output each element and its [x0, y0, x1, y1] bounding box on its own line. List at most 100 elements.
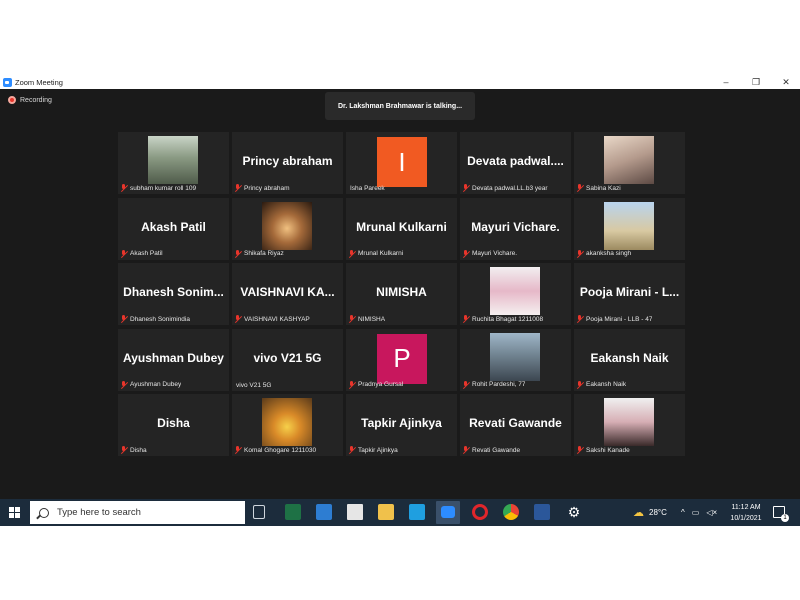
participant-video	[262, 201, 312, 250]
participant-tile[interactable]: subham kumar roll 109	[118, 132, 229, 194]
participant-name-label: Ruchita Bhagat 1211008	[462, 315, 543, 323]
recording-label: Recording	[20, 96, 52, 104]
participant-name-label: Pradnya Gursal	[348, 380, 403, 389]
participant-video	[262, 398, 312, 446]
muted-mic-icon	[576, 315, 584, 323]
chevron-up-icon[interactable]: ^	[681, 508, 685, 517]
participant-tile[interactable]: VAISHNAVI KA... VAISHNAVI KASHYAP	[232, 263, 343, 325]
excel-icon[interactable]	[285, 504, 301, 520]
participant-tile[interactable]: Shikafa Riyaz	[232, 197, 343, 260]
zoom-taskbar-button[interactable]	[436, 501, 460, 524]
minimize-button[interactable]: –	[720, 77, 732, 87]
participant-tile[interactable]: Rohit Pardeshi, 77	[460, 328, 571, 391]
weather-widget[interactable]: ☁ 28°C	[633, 499, 667, 526]
participant-name-label: NIMISHA	[348, 315, 385, 323]
zoom-icon	[441, 506, 455, 518]
battery-icon[interactable]: ▭	[692, 508, 700, 517]
participant-display-name: Mayuri Vichare.	[471, 219, 560, 234]
meeting-area: Recording Dr. Lakshman Brahmawar is talk…	[0, 89, 800, 499]
participant-name-label: Shikafa Riyaz	[234, 249, 284, 258]
participant-tile[interactable]: akanksha singh	[574, 197, 685, 260]
participant-name: Pooja Mirani - LLB - 47	[586, 315, 653, 323]
participant-tile[interactable]: I Isha Pareek	[346, 132, 457, 194]
participant-name-label: Isha Pareek	[348, 185, 385, 192]
participant-name: Mayuri Vichare.	[472, 250, 518, 257]
muted-mic-icon	[348, 249, 356, 258]
participant-name: Komal Ghogare 1211030	[244, 446, 317, 454]
notification-icon[interactable]: 1	[773, 506, 789, 522]
muted-mic-icon	[576, 184, 584, 192]
chrome-icon[interactable]	[503, 504, 519, 520]
participant-tile[interactable]: Disha Disha	[118, 394, 229, 456]
participant-display-name: Akash Patil	[141, 219, 206, 234]
screen: Zoom Meeting – ❐ ✕ Recording Dr. Lakshma…	[0, 0, 800, 600]
opera-icon[interactable]	[472, 504, 488, 520]
participant-name-label: Revati Gawande	[462, 446, 520, 454]
participant-tile[interactable]: Sakshi Kanade	[574, 394, 685, 456]
muted-mic-icon	[462, 184, 470, 192]
participant-display-name: Tapkir Ajinkya	[361, 416, 442, 430]
restore-button[interactable]: ❐	[750, 77, 762, 88]
participant-tile[interactable]: Pooja Mirani - L... Pooja Mirani - LLB - …	[574, 263, 685, 325]
mail-icon[interactable]	[316, 504, 332, 520]
muted-mic-icon	[576, 380, 584, 389]
start-button[interactable]	[9, 507, 20, 518]
participant-display-name: Revati Gawande	[469, 416, 562, 430]
participant-name: Mrunal Kulkarni	[358, 250, 404, 257]
search-placeholder: Type here to search	[57, 507, 141, 518]
file-explorer-icon[interactable]	[378, 504, 394, 520]
muted-mic-icon	[120, 249, 128, 258]
close-button[interactable]: ✕	[780, 77, 792, 88]
active-speaker-text: Dr. Lakshman Brahmawar is talking...	[337, 102, 463, 110]
participant-tile[interactable]: Akash Patil Akash Patil	[118, 197, 229, 260]
store-icon[interactable]	[347, 504, 363, 520]
recording-icon	[8, 96, 16, 104]
settings-icon[interactable]: ⚙	[566, 504, 582, 520]
participant-tile[interactable]: Mrunal Kulkarni Mrunal Kulkarni	[346, 197, 457, 260]
participant-tile[interactable]: Ruchita Bhagat 1211008	[460, 263, 571, 325]
participant-name-label: Devata padwal.LL.b3 year	[462, 184, 548, 192]
muted-mic-icon	[234, 315, 242, 323]
participant-tile[interactable]: Devata padwal.... Devata padwal.LL.b3 yea…	[460, 132, 571, 194]
participant-display-name: Disha	[157, 416, 190, 430]
participant-tile[interactable]: Ayushman Dubey Ayushman Dubey	[118, 328, 229, 391]
participant-name: Dhanesh Sonimindia	[130, 315, 190, 323]
word-icon[interactable]	[534, 504, 550, 520]
participant-tile[interactable]: P Pradnya Gursal	[346, 328, 457, 391]
participant-name: Ruchita Bhagat 1211008	[472, 315, 544, 323]
participant-tile[interactable]: Mayuri Vichare. Mayuri Vichare.	[460, 197, 571, 260]
lens-icon[interactable]	[409, 504, 425, 520]
taskbar-clock[interactable]: 11:12 AM 10/1/2021	[728, 502, 764, 524]
weather-temp: 28°C	[649, 508, 667, 517]
participant-tile[interactable]: Dhanesh Sonim... Dhanesh Sonimindia	[118, 263, 229, 325]
participant-tile[interactable]: NIMISHA NIMISHA	[346, 263, 457, 325]
muted-mic-icon	[348, 446, 356, 454]
recording-indicator[interactable]: Recording	[8, 96, 52, 104]
participant-name: Shikafa Riyaz	[244, 250, 284, 257]
participant-tile[interactable]: Komal Ghogare 1211030	[232, 394, 343, 456]
participant-video	[604, 201, 654, 250]
muted-mic-icon	[120, 446, 128, 454]
participant-name-label: Dhanesh Sonimindia	[120, 315, 190, 323]
task-view-icon[interactable]	[253, 505, 265, 519]
zoom-app-icon	[3, 77, 12, 87]
participant-name-label: Mayuri Vichare.	[462, 249, 518, 258]
participant-name: Isha Pareek	[350, 185, 385, 192]
muted-mic-icon	[348, 315, 356, 323]
muted-mic-icon	[576, 446, 584, 454]
notification-count: 1	[781, 514, 789, 522]
participant-name-label: VAISHNAVI KASHYAP	[234, 315, 310, 323]
participant-tile[interactable]: Revati Gawande Revati Gawande	[460, 394, 571, 456]
muted-mic-icon	[120, 184, 128, 192]
participant-name-label: Sabina Kazi	[576, 184, 621, 192]
taskbar-search-box[interactable]: Type here to search	[30, 501, 245, 524]
participant-tile[interactable]: Sabina Kazi	[574, 132, 685, 194]
participant-name-label: Eakansh Naik	[576, 380, 626, 389]
participant-tile[interactable]: vivo V21 5G vivo V21 5G	[232, 328, 343, 391]
weather-icon: ☁	[633, 507, 644, 519]
muted-mic-icon	[576, 249, 584, 258]
participant-tile[interactable]: Eakansh Naik Eakansh Naik	[574, 328, 685, 391]
participant-tile[interactable]: Princy abraham Princy abraham	[232, 132, 343, 194]
speaker-icon[interactable]: ◁×	[706, 508, 717, 517]
participant-tile[interactable]: Tapkir Ajinkya Tapkir Ajinkya	[346, 394, 457, 456]
